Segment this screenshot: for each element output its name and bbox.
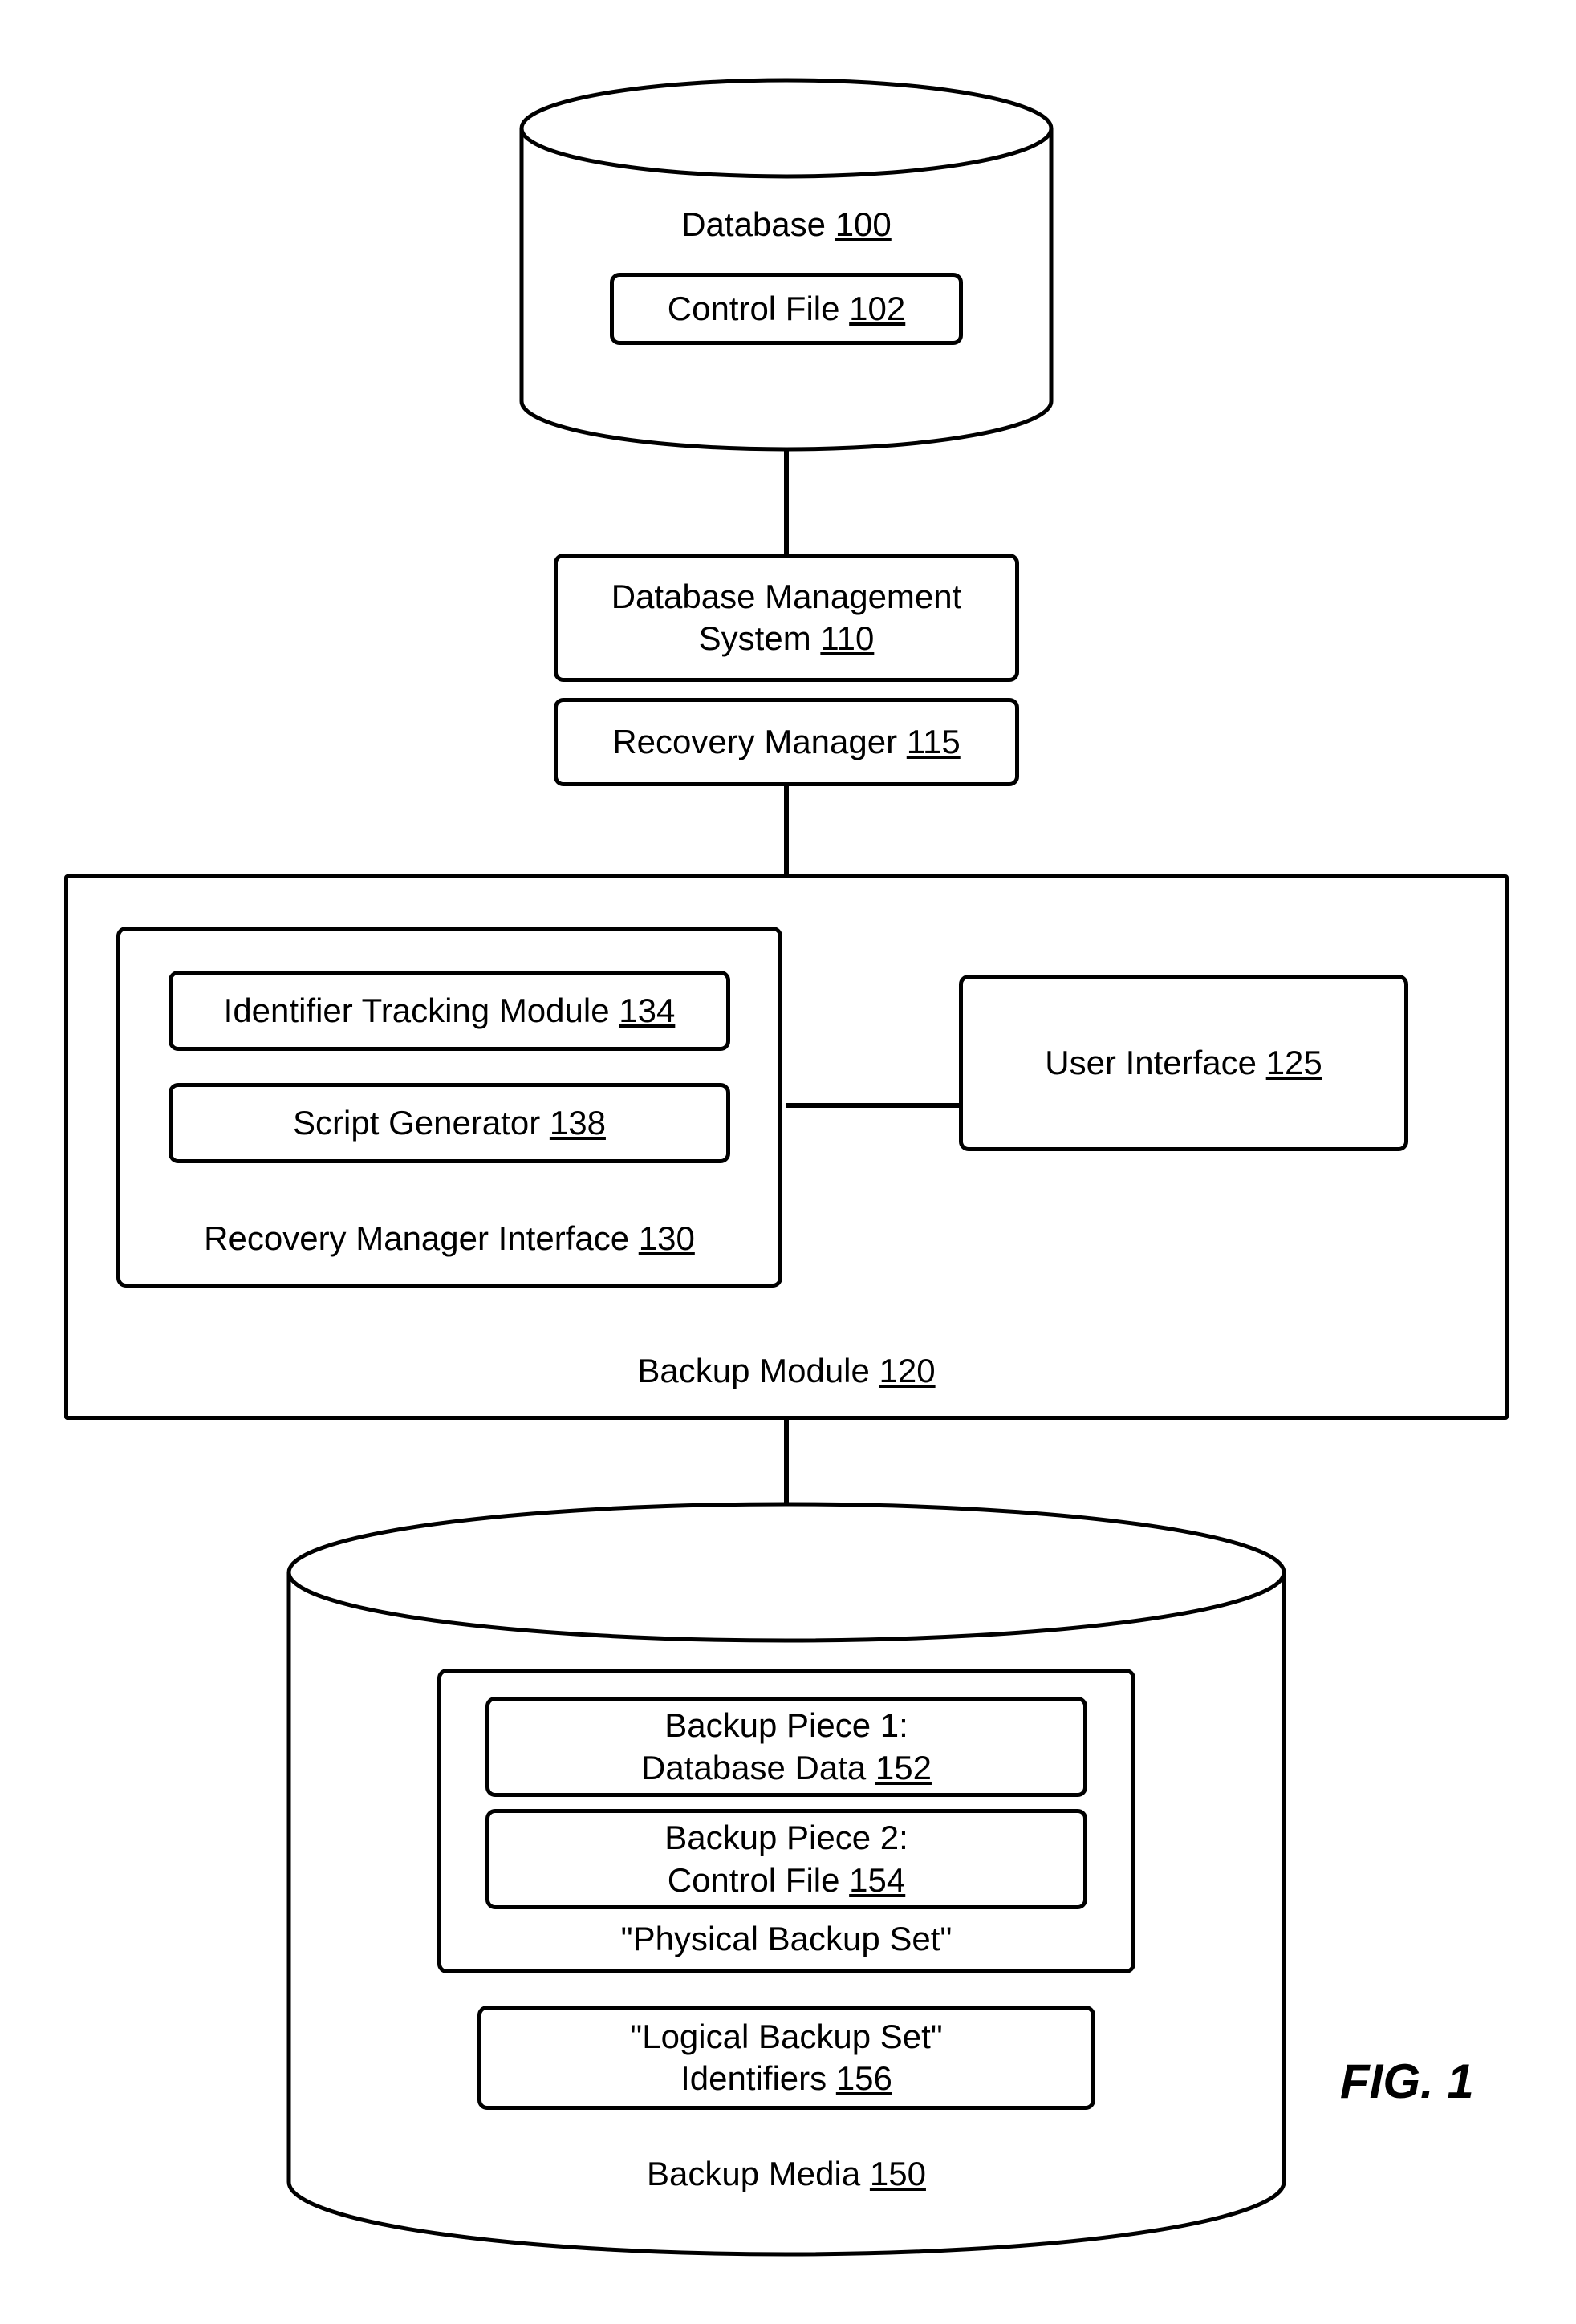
backup-media-title: Backup Media 150 [281,2150,1292,2198]
user-interface-box: User Interface 125 [959,975,1408,1151]
script-generator-box: Script Generator 138 [169,1083,730,1163]
database-title: Database 100 [514,201,1059,249]
physical-backup-set-box: Backup Piece 1: Database Data 152 Backup… [437,1669,1135,1973]
backup-module-box: Identifier Tracking Module 134 Script Ge… [64,874,1509,1420]
recovery-manager-box: Recovery Manager 115 [554,698,1019,786]
database-cylinder [514,72,1059,457]
rmi-title: Recovery Manager Interface 130 [120,1218,778,1260]
dbms-box: Database Management System 110 [554,554,1019,682]
recovery-manager-interface-box: Identifier Tracking Module 134 Script Ge… [116,927,782,1288]
backup-piece-2-box: Backup Piece 2: Control File 154 [485,1809,1087,1909]
diagram-canvas: Database 100 Control File 102 Database M… [0,0,1576,2324]
logical-backup-set-box: "Logical Backup Set" Identifiers 156 [477,2006,1095,2110]
connector-rmi-ui [786,1103,959,1108]
connector-db-dbms [784,449,789,554]
identifier-tracking-box: Identifier Tracking Module 134 [169,971,730,1051]
physical-backup-set-title: "Physical Backup Set" [441,1918,1131,1961]
backup-piece-1-box: Backup Piece 1: Database Data 152 [485,1697,1087,1797]
figure-caption: FIG. 1 [1340,2054,1474,2109]
connector-rm-bm [784,786,789,874]
connector-bm-media [784,1420,789,1504]
backup-module-title: Backup Module 120 [68,1350,1505,1393]
control-file-box: Control File 102 [610,273,963,345]
